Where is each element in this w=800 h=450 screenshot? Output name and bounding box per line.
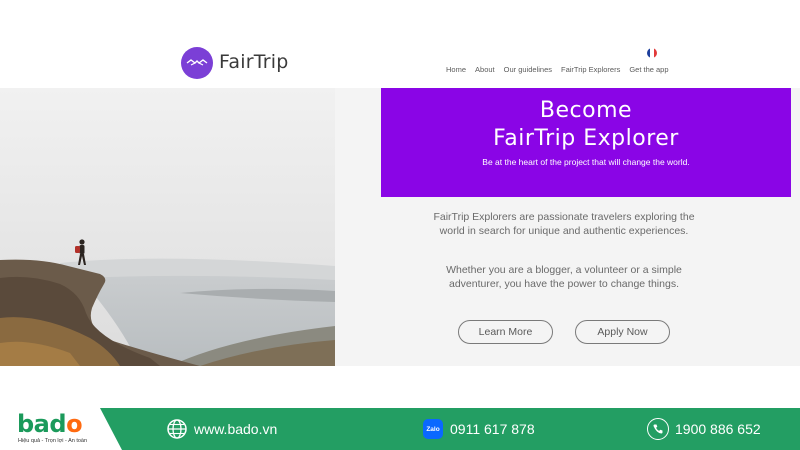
nav-our-guidelines[interactable]: Our guidelines <box>504 65 552 74</box>
handshake-icon <box>186 59 208 66</box>
nav-get-the-app[interactable]: Get the app <box>629 65 668 74</box>
hero-photo <box>0 88 335 366</box>
bado-logo: bado <box>17 410 83 438</box>
bado-logo-o: o <box>66 410 83 438</box>
zalo-contact[interactable]: Zalo 0911 617 878 <box>422 418 535 440</box>
hotline-contact[interactable]: 1900 886 652 <box>647 418 761 440</box>
phone-icon <box>647 418 669 440</box>
nav-fairtrip-explorers[interactable]: FairTrip Explorers <box>561 65 620 74</box>
learn-more-button[interactable]: Learn More <box>458 320 553 344</box>
footer-spacer <box>0 366 800 408</box>
zalo-icon-label: Zalo <box>423 419 443 439</box>
explorer-call-to-action-text: Whether you are a blogger, a volunteer o… <box>446 264 682 290</box>
nav-about[interactable]: About <box>475 65 495 74</box>
zalo-phone-text: 0911 617 878 <box>450 421 535 437</box>
explorer-description: FairTrip Explorers are passionate travel… <box>433 211 695 237</box>
banner-title-line1: Become <box>539 98 633 123</box>
banner-title-line2: FairTrip Explorer <box>493 126 679 151</box>
nav-home[interactable]: Home <box>446 65 466 74</box>
hotline-text: 1900 886 652 <box>675 421 761 437</box>
main-nav: Home About Our guidelines FairTrip Explo… <box>446 65 669 74</box>
bado-logo-text: bad <box>17 410 67 438</box>
french-flag-icon[interactable] <box>647 48 657 58</box>
brand-name[interactable]: FairTrip <box>219 51 288 73</box>
site-header: FairTrip Home About Our guidelines FairT… <box>0 0 800 88</box>
website-text: www.bado.vn <box>194 421 278 437</box>
bado-tagline: Hiệu quả - Trọn lợi - An toàn <box>18 438 88 444</box>
apply-now-button[interactable]: Apply Now <box>575 320 670 344</box>
fairtrip-logo[interactable] <box>181 47 213 79</box>
zalo-icon: Zalo <box>422 418 444 440</box>
explorer-banner: Become FairTrip Explorer Be at the heart… <box>381 88 791 197</box>
banner-subtitle: Be at the heart of the project that will… <box>482 157 690 167</box>
globe-icon <box>166 418 188 440</box>
website-contact[interactable]: www.bado.vn <box>166 418 277 440</box>
